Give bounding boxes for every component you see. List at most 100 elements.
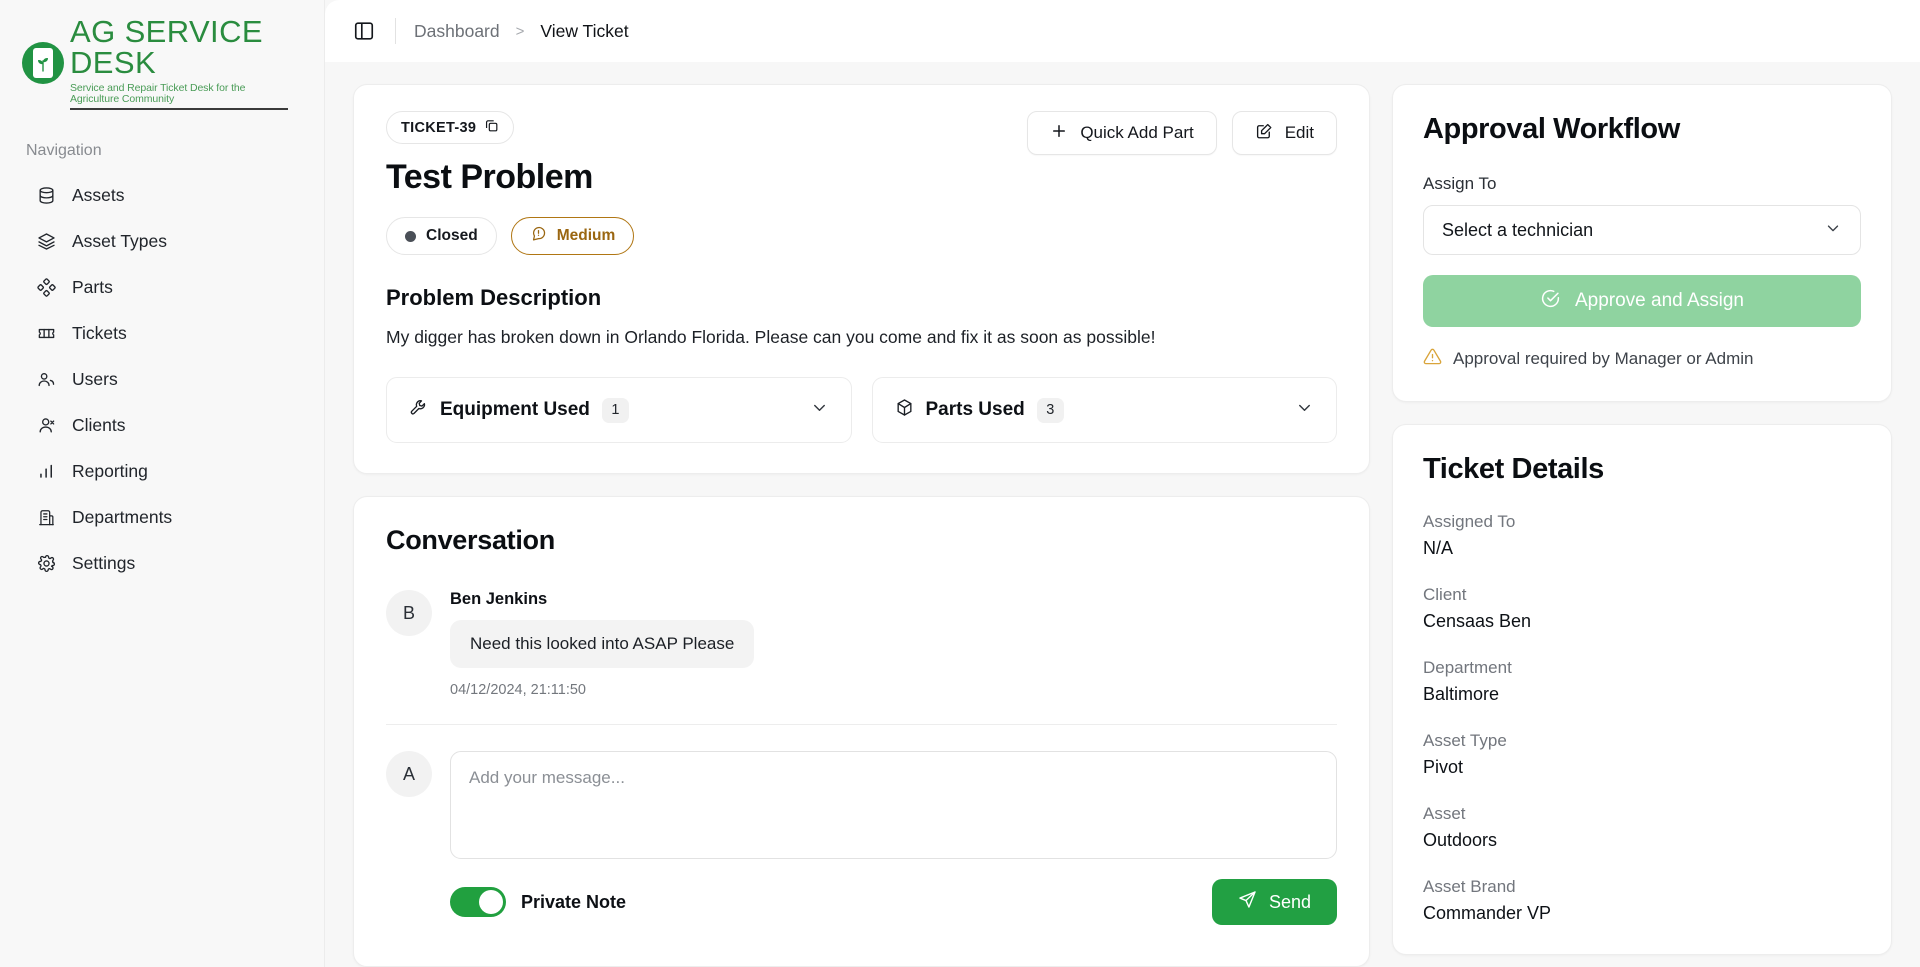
sidebar-item-clients[interactable]: Clients <box>10 402 314 448</box>
technician-select[interactable]: Select a technician <box>1423 205 1861 255</box>
detail-label: Department <box>1423 658 1512 677</box>
sidebar-item-reporting[interactable]: Reporting <box>10 448 314 494</box>
ticket-actions: Quick Add Part Edit <box>1027 111 1337 155</box>
sidebar-item-settings[interactable]: Settings <box>10 540 314 586</box>
sidebar-item-label: Tickets <box>72 322 127 343</box>
topbar: Dashboard > View Ticket <box>325 0 1920 62</box>
parts-used-accordion[interactable]: Parts Used 3 <box>871 377 1337 444</box>
technician-select-value: Select a technician <box>1442 219 1594 240</box>
sidebar-item-departments[interactable]: Departments <box>10 494 314 540</box>
brand-title: AG SERVICE DESK <box>70 14 263 80</box>
approval-note-text: Approval required by Manager or Admin <box>1453 349 1754 368</box>
message-item: B Ben Jenkins Need this looked into ASAP… <box>386 590 1337 698</box>
page-title: Test Problem <box>386 158 593 196</box>
box-icon <box>895 398 914 422</box>
approve-label: Approve and Assign <box>1574 290 1744 311</box>
details-heading: Ticket Details <box>1423 453 1604 485</box>
pencil-square-icon <box>1255 122 1273 145</box>
private-note-toggle[interactable] <box>450 887 506 918</box>
private-note-toggle-group: Private Note <box>450 887 627 918</box>
content-area: TICKET-39 Test Problem Quick Add Part Ed… <box>325 62 1920 967</box>
ticket-icon <box>36 323 57 344</box>
sidebar-item-parts[interactable]: Parts <box>10 264 314 310</box>
detail-row: Asset Brand Commander VP <box>1423 877 1861 924</box>
edit-button[interactable]: Edit <box>1231 111 1337 155</box>
chevron-down-icon <box>1295 398 1314 422</box>
parts-used-count: 3 <box>1036 397 1064 423</box>
wrench-icon <box>409 398 428 422</box>
sidebar-item-label: Asset Types <box>72 230 168 251</box>
breadcrumb-dashboard[interactable]: Dashboard <box>414 21 500 42</box>
main-area: Dashboard > View Ticket TICKET-39 Test P… <box>325 0 1920 967</box>
approve-and-assign-button[interactable]: Approve and Assign <box>1423 275 1861 327</box>
sidebar: AG SERVICE DESK Service and Repair Ticke… <box>0 0 325 967</box>
message-input[interactable] <box>450 751 1337 860</box>
send-label: Send <box>1268 891 1311 912</box>
detail-row: Asset Outdoors <box>1423 804 1861 851</box>
conversation-card: Conversation B Ben Jenkins Need this loo… <box>353 496 1370 967</box>
building-icon <box>36 507 57 528</box>
sidebar-item-label: Clients <box>72 414 126 435</box>
check-circle-icon <box>1540 288 1561 315</box>
detail-value: Censaas Ben <box>1423 611 1532 631</box>
detail-value: Baltimore <box>1423 684 1500 704</box>
plus-icon <box>1050 122 1068 145</box>
copy-icon[interactable] <box>484 118 499 137</box>
approval-workflow-card: Approval Workflow Assign To Select a tec… <box>1392 84 1892 402</box>
sidebar-item-users[interactable]: Users <box>10 356 314 402</box>
equipment-used-label: Equipment Used <box>440 399 590 421</box>
breadcrumb-current: View Ticket <box>540 20 629 41</box>
sidebar-item-label: Settings <box>72 552 136 573</box>
message-timestamp: 04/12/2024, 21:11:50 <box>450 682 586 699</box>
ticket-id-label: TICKET-39 <box>401 119 477 136</box>
breadcrumb-separator: > <box>515 22 525 40</box>
secondary-column: Approval Workflow Assign To Select a tec… <box>1392 84 1892 967</box>
status-label: Closed <box>426 227 478 244</box>
description-text: My digger has broken down in Orlando Flo… <box>386 327 1156 347</box>
priority-label: Medium <box>556 227 616 244</box>
assign-to-label: Assign To <box>1423 174 1497 193</box>
sidebar-nav: Assets Asset Types Parts Tickets Users C… <box>0 172 324 586</box>
message-author: Ben Jenkins <box>450 590 548 609</box>
quick-add-part-label: Quick Add Part <box>1080 123 1194 142</box>
sidebar-item-asset-types[interactable]: Asset Types <box>10 218 314 264</box>
gear-icon <box>36 553 57 574</box>
panel-left-icon[interactable] <box>351 18 377 44</box>
usage-accordions: Equipment Used 1 Parts Used 3 <box>386 377 1337 444</box>
app-root: AG SERVICE DESK Service and Repair Ticke… <box>0 0 1920 967</box>
detail-value: Commander VP <box>1423 903 1552 923</box>
brand-tagline: Service and Repair Ticket Desk for the A… <box>70 83 288 110</box>
warning-triangle-icon <box>1423 347 1442 371</box>
message-bubble: Need this looked into ASAP Please <box>450 620 755 669</box>
ticket-badges: Closed Medium <box>386 217 1337 255</box>
sidebar-item-label: Assets <box>72 184 125 205</box>
conversation-heading: Conversation <box>386 525 555 556</box>
database-icon <box>36 185 57 206</box>
sidebar-item-assets[interactable]: Assets <box>10 172 314 218</box>
parts-icon <box>36 277 57 298</box>
priority-badge: Medium <box>510 217 635 255</box>
quick-add-part-button[interactable]: Quick Add Part <box>1027 111 1217 155</box>
send-button[interactable]: Send <box>1211 879 1337 926</box>
ticket-details-card: Ticket Details Assigned To N/A Client Ce… <box>1392 424 1892 955</box>
approval-note: Approval required by Manager or Admin <box>1423 347 1861 371</box>
equipment-used-accordion[interactable]: Equipment Used 1 <box>386 377 852 444</box>
detail-label: Asset Brand <box>1423 877 1516 896</box>
logo-icon <box>22 42 64 84</box>
detail-label: Asset Type <box>1423 731 1507 750</box>
brand-logo[interactable]: AG SERVICE DESK Service and Repair Ticke… <box>0 0 324 124</box>
description-heading: Problem Description <box>386 285 602 310</box>
bar-chart-icon <box>36 461 57 482</box>
composer-avatar: A <box>386 751 432 798</box>
detail-row: Assigned To N/A <box>1423 512 1861 559</box>
private-note-label: Private Note <box>521 891 627 912</box>
detail-row: Asset Type Pivot <box>1423 731 1861 778</box>
detail-value: N/A <box>1423 538 1454 558</box>
ticket-id-chip[interactable]: TICKET-39 <box>386 111 515 144</box>
parts-used-label: Parts Used <box>925 399 1025 421</box>
approval-heading: Approval Workflow <box>1423 113 1680 145</box>
composer-toolbar: Private Note Send <box>386 879 1337 926</box>
client-icon <box>36 415 57 436</box>
sidebar-item-tickets[interactable]: Tickets <box>10 310 314 356</box>
avatar: B <box>386 590 432 637</box>
